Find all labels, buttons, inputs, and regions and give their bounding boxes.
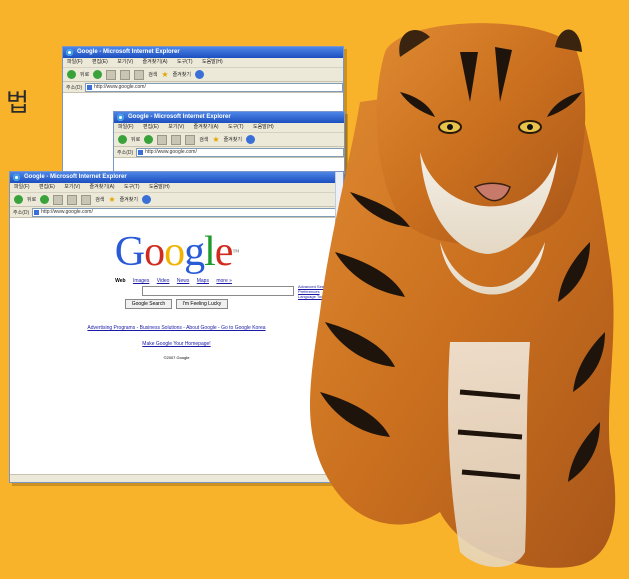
forward-arrow-icon[interactable]: [40, 195, 50, 204]
stop-icon[interactable]: [53, 194, 64, 205]
feeling-lucky-button[interactable]: I'm Feeling Lucky: [175, 299, 229, 309]
media-icon[interactable]: [245, 135, 255, 144]
refresh-icon[interactable]: [171, 134, 182, 145]
google-search-button[interactable]: Google Search: [124, 299, 173, 309]
refresh-icon[interactable]: [67, 194, 78, 205]
menu-view[interactable]: 보기(V): [117, 59, 133, 65]
home-icon[interactable]: [81, 194, 92, 205]
back-button-label[interactable]: 뒤로: [131, 136, 140, 143]
back-button-label[interactable]: 뒤로: [27, 196, 36, 203]
tab-maps[interactable]: Maps: [197, 278, 209, 284]
menu-view[interactable]: 보기(V): [168, 124, 184, 130]
menu-help[interactable]: 도움말(H): [202, 59, 223, 65]
page-icon: [87, 84, 93, 90]
menu-view[interactable]: 보기(V): [64, 184, 80, 190]
window-title: Google - Microsoft Internet Explorer: [24, 174, 127, 180]
menu-file[interactable]: 파일(F): [67, 59, 83, 65]
favorites-star-icon[interactable]: ★: [212, 135, 219, 144]
tab-news[interactable]: News: [177, 278, 190, 284]
tab-video[interactable]: Video: [157, 278, 170, 284]
home-icon[interactable]: [134, 69, 145, 80]
menu-tools[interactable]: 도구(T): [177, 59, 193, 65]
tab-more[interactable]: more »: [216, 278, 232, 284]
menu-edit[interactable]: 편집(E): [39, 184, 55, 190]
address-label: 주소(D): [117, 149, 134, 156]
window-title: Google - Microsoft Internet Explorer: [128, 114, 231, 120]
menu-tools[interactable]: 도구(T): [228, 124, 244, 130]
forward-arrow-icon[interactable]: [144, 135, 154, 144]
menu-file[interactable]: 파일(F): [14, 184, 30, 190]
address-url: http://www.google.com/: [94, 83, 146, 90]
tab-images[interactable]: Images: [133, 278, 149, 284]
window-title: Google - Microsoft Internet Explorer: [77, 49, 180, 55]
menu-help[interactable]: 도움말(H): [253, 124, 274, 130]
favorites-button-label[interactable]: 즐겨찾기: [173, 71, 191, 78]
search-button-label[interactable]: 검색: [199, 136, 208, 143]
back-arrow-icon[interactable]: [118, 135, 127, 144]
tab-web[interactable]: Web: [115, 278, 125, 284]
address-label: 주소(D): [13, 209, 30, 216]
tiger-image: [310, 23, 616, 568]
favorites-star-icon[interactable]: ★: [161, 70, 168, 79]
side-korean-text: 법: [6, 88, 30, 117]
media-icon[interactable]: [141, 195, 151, 204]
menu-help[interactable]: 도움말(H): [149, 184, 170, 190]
menu-tools[interactable]: 도구(T): [124, 184, 140, 190]
address-label: 주소(D): [66, 84, 83, 91]
address-url: http://www.google.com/: [41, 208, 93, 215]
stop-icon[interactable]: [106, 69, 117, 80]
back-button-label[interactable]: 뒤로: [80, 71, 89, 78]
media-icon[interactable]: [194, 70, 204, 79]
page-icon: [34, 209, 40, 215]
internet-explorer-icon: [13, 174, 20, 181]
search-button-label[interactable]: 검색: [148, 71, 157, 78]
refresh-icon[interactable]: [120, 69, 131, 80]
menu-edit[interactable]: 편집(E): [143, 124, 159, 130]
stop-icon[interactable]: [157, 134, 168, 145]
address-url: http://www.google.com/: [145, 148, 197, 155]
search-button-label[interactable]: 검색: [95, 196, 104, 203]
search-input[interactable]: [142, 286, 294, 296]
favorites-star-icon[interactable]: ★: [108, 195, 115, 204]
home-icon[interactable]: [185, 134, 196, 145]
menu-file[interactable]: 파일(F): [118, 124, 134, 130]
internet-explorer-icon: [117, 114, 124, 121]
favorites-button-label[interactable]: 즐겨찾기: [224, 136, 242, 143]
menu-favorites[interactable]: 즐겨찾기(A): [143, 59, 168, 65]
menu-favorites[interactable]: 즐겨찾기(A): [90, 184, 115, 190]
back-arrow-icon[interactable]: [14, 195, 23, 204]
back-arrow-icon[interactable]: [67, 70, 76, 79]
page-icon: [138, 149, 144, 155]
forward-arrow-icon[interactable]: [93, 70, 103, 79]
favorites-button-label[interactable]: 즐겨찾기: [120, 196, 138, 203]
internet-explorer-icon: [66, 49, 73, 56]
menu-edit[interactable]: 편집(E): [92, 59, 108, 65]
menu-favorites[interactable]: 즐겨찾기(A): [194, 124, 219, 130]
